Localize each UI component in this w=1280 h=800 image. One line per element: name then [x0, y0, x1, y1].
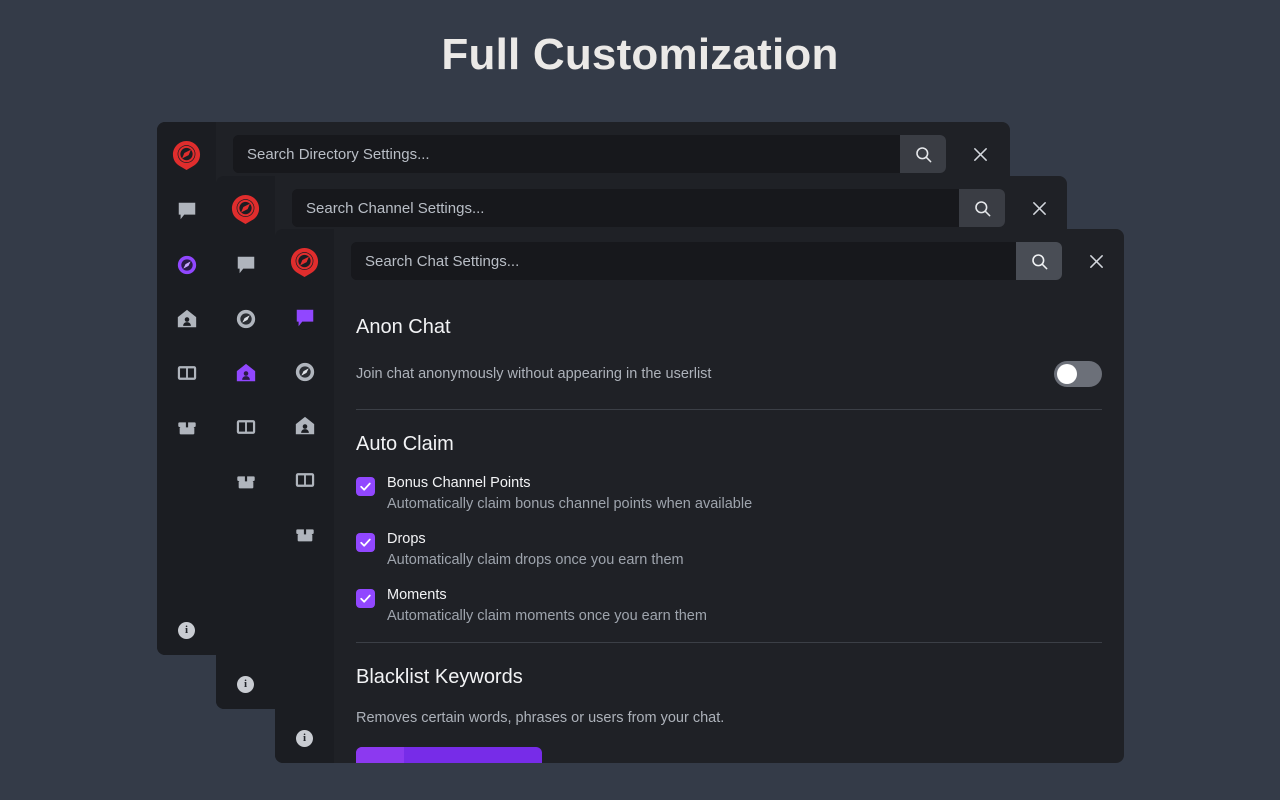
home-person-icon — [294, 415, 316, 437]
search-icon — [973, 199, 992, 218]
info-icon: i — [178, 622, 195, 639]
sidebar-item-chat[interactable] — [216, 238, 275, 292]
sidebar-item-drops[interactable] — [216, 454, 275, 508]
home-person-icon — [176, 308, 198, 330]
sidebar-item-directory[interactable] — [216, 292, 275, 346]
close-icon — [1088, 253, 1105, 270]
check-icon — [359, 592, 372, 605]
close-icon — [1031, 200, 1048, 217]
gift-box-icon — [235, 470, 257, 492]
list-item: Moments Automatically claim moments once… — [356, 586, 1102, 626]
sidebar-rail-channel: i — [216, 176, 275, 709]
close-button-directory[interactable] — [960, 135, 1000, 173]
sidebar-item-following[interactable] — [216, 346, 275, 400]
settings-panel-chat: i Anon Chat — [275, 229, 1124, 763]
list-item-description: Automatically claim bonus channel points… — [387, 494, 752, 514]
sidebar-item-layout[interactable] — [275, 453, 334, 507]
search-icon — [914, 145, 933, 164]
sidebar-item-directory[interactable] — [275, 345, 334, 399]
sidebar-item-drops[interactable] — [275, 507, 334, 561]
search-input-chat[interactable] — [351, 242, 1016, 280]
auto-claim-list: Bonus Channel Points Automatically claim… — [356, 474, 1102, 626]
check-icon — [359, 536, 372, 549]
anon-chat-row: Join chat anonymously without appearing … — [356, 361, 1102, 387]
divider — [356, 409, 1102, 410]
list-item-label: Moments — [387, 586, 707, 605]
blacklist-description: Removes certain words, phrases or users … — [356, 710, 1102, 726]
chat-bubble-icon — [176, 200, 198, 222]
section-title-auto-claim: Auto Claim — [356, 433, 1102, 456]
checkbox-moments[interactable] — [356, 589, 375, 608]
app-logo-icon[interactable] — [171, 140, 202, 171]
sidebar-item-directory[interactable] — [157, 238, 216, 292]
sidebar-info-button-channel[interactable]: i — [216, 676, 275, 693]
settings-content: Anon Chat Join chat anonymously without … — [334, 293, 1124, 763]
blacklist-add-button[interactable] — [356, 747, 542, 763]
sidebar-items-directory — [157, 184, 216, 454]
compass-icon — [294, 361, 316, 383]
list-item-description: Automatically claim moments once you ear… — [387, 606, 707, 626]
section-title-blacklist: Blacklist Keywords — [356, 666, 1102, 689]
search-box-channel — [292, 189, 1005, 227]
info-icon: i — [296, 730, 313, 747]
anon-chat-description: Join chat anonymously without appearing … — [356, 366, 711, 382]
sidebar-item-chat[interactable] — [157, 184, 216, 238]
search-icon — [1030, 252, 1049, 271]
compass-icon — [176, 254, 198, 276]
search-box-directory — [233, 135, 946, 173]
gift-box-icon — [294, 523, 316, 545]
sidebar-rail-chat: i — [275, 229, 334, 763]
search-box-chat — [351, 242, 1062, 280]
sidebar-info-button-directory[interactable]: i — [157, 622, 216, 639]
split-layout-icon — [176, 362, 198, 384]
search-submit-channel[interactable] — [959, 189, 1005, 227]
compass-icon — [235, 308, 257, 330]
close-icon — [972, 146, 989, 163]
list-item-label: Drops — [387, 530, 684, 549]
close-button-chat[interactable] — [1076, 242, 1116, 280]
search-submit-directory[interactable] — [900, 135, 946, 173]
divider — [356, 642, 1102, 643]
page-title: Full Customization — [0, 30, 1280, 80]
search-input-channel[interactable] — [292, 189, 959, 227]
blacklist-add-button-accent — [356, 747, 404, 763]
chat-bubble-icon — [294, 307, 316, 329]
section-title-anon-chat: Anon Chat — [356, 316, 1102, 339]
list-item-description: Automatically claim drops once you earn … — [387, 550, 684, 570]
screenshot-root: Full Customization — [0, 0, 1280, 800]
checkbox-bonus-channel-points[interactable] — [356, 477, 375, 496]
app-logo-icon[interactable] — [289, 247, 320, 278]
list-item: Drops Automatically claim drops once you… — [356, 530, 1102, 570]
check-icon — [359, 480, 372, 493]
toggle-knob — [1057, 364, 1077, 384]
gift-box-icon — [176, 416, 198, 438]
split-layout-icon — [294, 469, 316, 491]
checkbox-drops[interactable] — [356, 533, 375, 552]
list-item: Bonus Channel Points Automatically claim… — [356, 474, 1102, 514]
sidebar-rail-directory: i — [157, 122, 216, 655]
home-person-icon — [235, 362, 257, 384]
info-icon: i — [237, 676, 254, 693]
sidebar-item-following[interactable] — [275, 399, 334, 453]
sidebar-item-chat[interactable] — [275, 291, 334, 345]
sidebar-item-following[interactable] — [157, 292, 216, 346]
chat-bubble-icon — [235, 254, 257, 276]
search-submit-chat[interactable] — [1016, 242, 1062, 280]
sidebar-items-chat — [275, 291, 334, 561]
close-button-channel[interactable] — [1019, 189, 1059, 227]
list-item-label: Bonus Channel Points — [387, 474, 752, 493]
search-row-chat — [334, 229, 1124, 293]
search-input-directory[interactable] — [233, 135, 900, 173]
split-layout-icon — [235, 416, 257, 438]
sidebar-item-layout[interactable] — [157, 346, 216, 400]
sidebar-info-button-chat[interactable]: i — [275, 730, 334, 747]
sidebar-item-layout[interactable] — [216, 400, 275, 454]
app-logo-icon[interactable] — [230, 194, 261, 225]
sidebar-item-drops[interactable] — [157, 400, 216, 454]
anon-chat-toggle[interactable] — [1054, 361, 1102, 387]
sidebar-items-channel — [216, 238, 275, 508]
